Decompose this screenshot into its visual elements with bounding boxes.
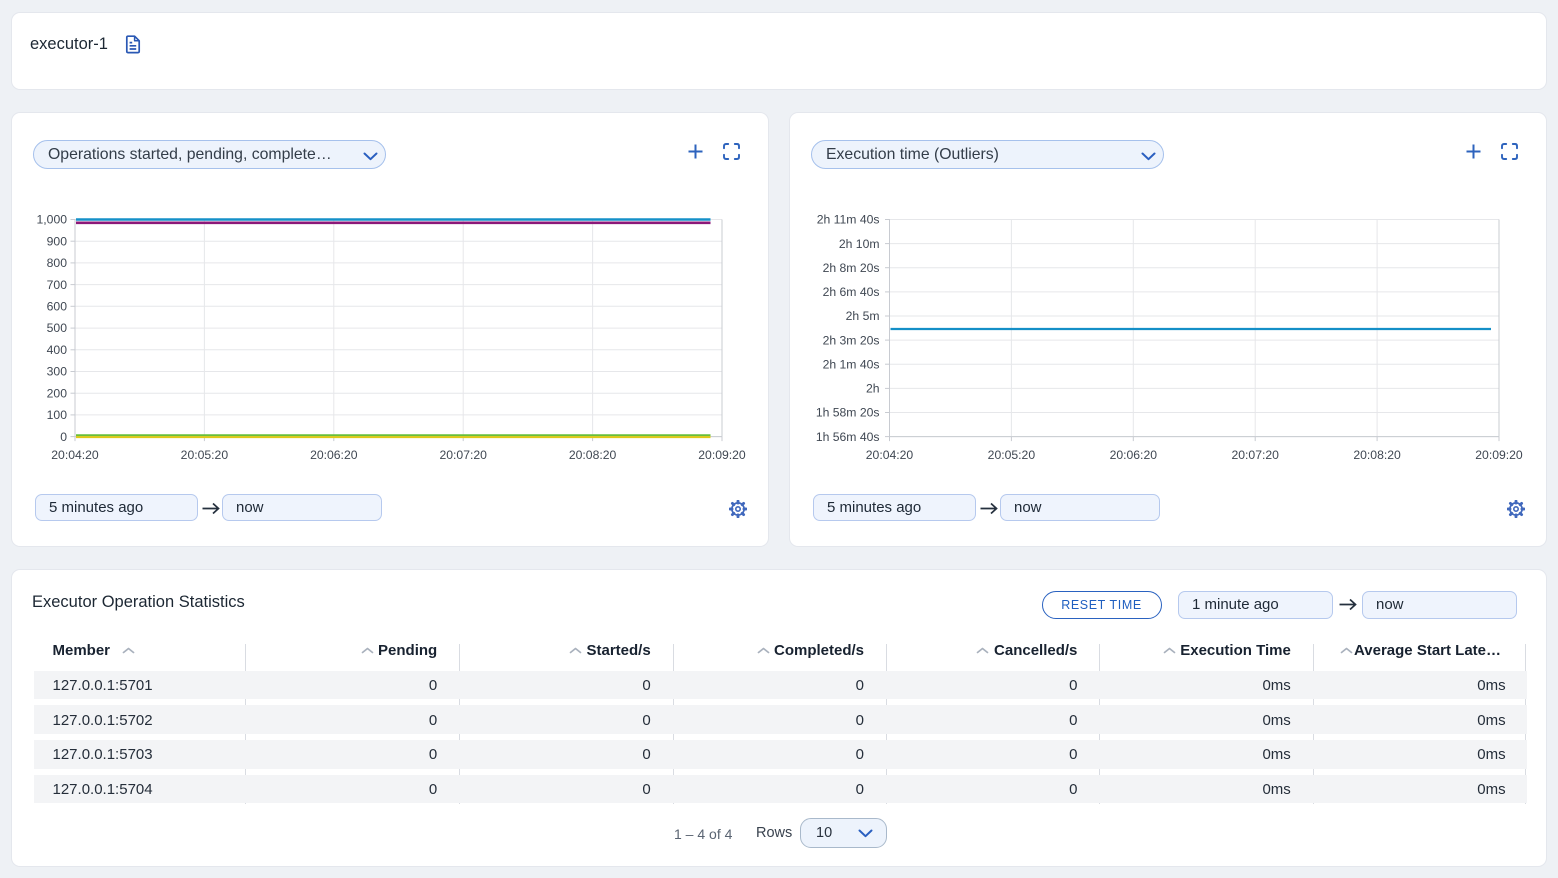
svg-text:20:06:20: 20:06:20 bbox=[1110, 448, 1158, 462]
svg-text:500: 500 bbox=[47, 321, 68, 335]
svg-text:200: 200 bbox=[47, 386, 68, 400]
svg-text:300: 300 bbox=[47, 365, 68, 379]
svg-text:1h 56m 40s: 1h 56m 40s bbox=[816, 430, 880, 444]
svg-text:1h 58m 20s: 1h 58m 20s bbox=[816, 406, 880, 420]
svg-text:400: 400 bbox=[47, 343, 68, 357]
svg-text:700: 700 bbox=[47, 278, 68, 292]
svg-text:20:09:20: 20:09:20 bbox=[698, 448, 746, 462]
svg-text:20:09:20: 20:09:20 bbox=[1475, 448, 1523, 462]
svg-text:2h 10m: 2h 10m bbox=[839, 237, 880, 251]
svg-text:100: 100 bbox=[47, 408, 68, 422]
svg-text:2h 3m 20s: 2h 3m 20s bbox=[823, 333, 880, 347]
svg-text:20:04:20: 20:04:20 bbox=[866, 448, 914, 462]
svg-text:20:04:20: 20:04:20 bbox=[51, 448, 99, 462]
svg-text:20:08:20: 20:08:20 bbox=[1353, 448, 1401, 462]
svg-text:800: 800 bbox=[47, 256, 68, 270]
svg-text:0: 0 bbox=[60, 430, 67, 444]
svg-text:2h 8m 20s: 2h 8m 20s bbox=[823, 261, 880, 275]
svg-text:20:07:20: 20:07:20 bbox=[1231, 448, 1279, 462]
svg-text:2h 5m: 2h 5m bbox=[846, 309, 880, 323]
svg-text:1,000: 1,000 bbox=[37, 213, 68, 227]
svg-text:20:08:20: 20:08:20 bbox=[569, 448, 617, 462]
svg-text:2h: 2h bbox=[866, 382, 880, 396]
svg-text:20:05:20: 20:05:20 bbox=[181, 448, 229, 462]
svg-text:600: 600 bbox=[47, 300, 68, 314]
svg-text:900: 900 bbox=[47, 234, 68, 248]
svg-text:20:06:20: 20:06:20 bbox=[310, 448, 358, 462]
svg-text:2h 1m 40s: 2h 1m 40s bbox=[823, 357, 880, 371]
svg-text:2h 6m 40s: 2h 6m 40s bbox=[823, 285, 880, 299]
svg-text:20:07:20: 20:07:20 bbox=[439, 448, 487, 462]
svg-text:2h 11m 40s: 2h 11m 40s bbox=[817, 213, 880, 227]
svg-text:20:05:20: 20:05:20 bbox=[988, 448, 1036, 462]
